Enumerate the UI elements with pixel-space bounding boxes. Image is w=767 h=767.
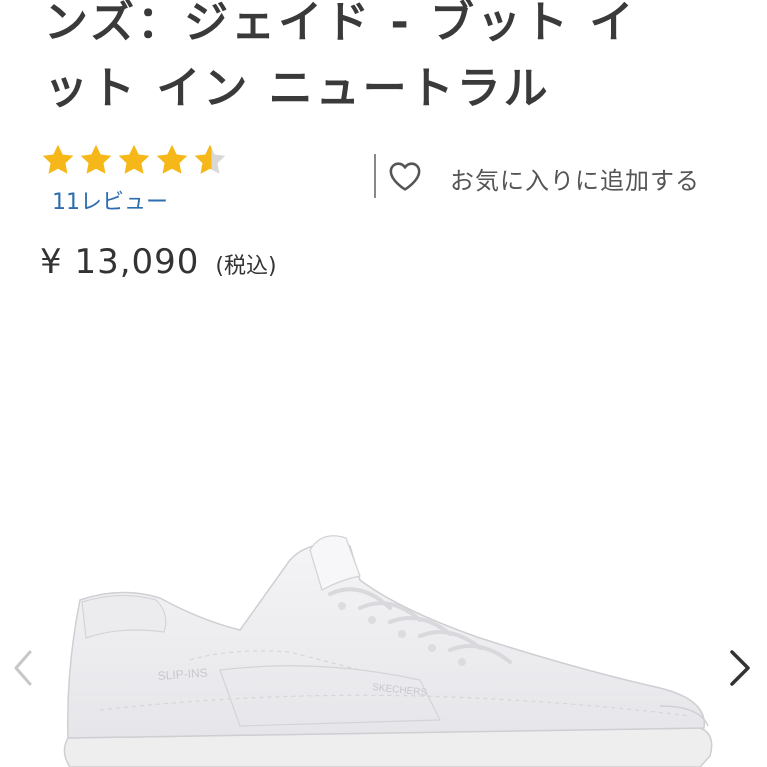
rating-stars (40, 142, 230, 178)
price-amount: ¥ 13,090 (40, 242, 200, 282)
carousel-prev-button[interactable] (10, 646, 36, 694)
star-full-icon (116, 142, 152, 178)
product-title-line-1: ンズ：ジェイド - ブット イ (44, 0, 637, 48)
carousel-next-button[interactable] (724, 646, 754, 694)
divider (374, 154, 376, 198)
product-image[interactable]: SLIP-INS SKECHERS (60, 520, 720, 767)
price-block: ¥ 13,090 (税込) (40, 242, 277, 282)
product-title-line-2: ット イン ニュートラル (44, 63, 551, 114)
add-to-favorites-label: お気に入りに追加する (450, 166, 700, 195)
chevron-left-icon (14, 650, 32, 686)
star-half-icon (192, 142, 228, 178)
chevron-right-icon (730, 650, 750, 686)
star-full-icon (78, 142, 114, 178)
review-count-link[interactable]: 11レビュー (52, 184, 168, 216)
add-to-favorites-button[interactable]: お気に入りに追加する (388, 160, 700, 196)
heart-icon (388, 160, 422, 196)
star-full-icon (154, 142, 190, 178)
tax-note: (税込) (215, 254, 277, 279)
star-full-icon (40, 142, 76, 178)
